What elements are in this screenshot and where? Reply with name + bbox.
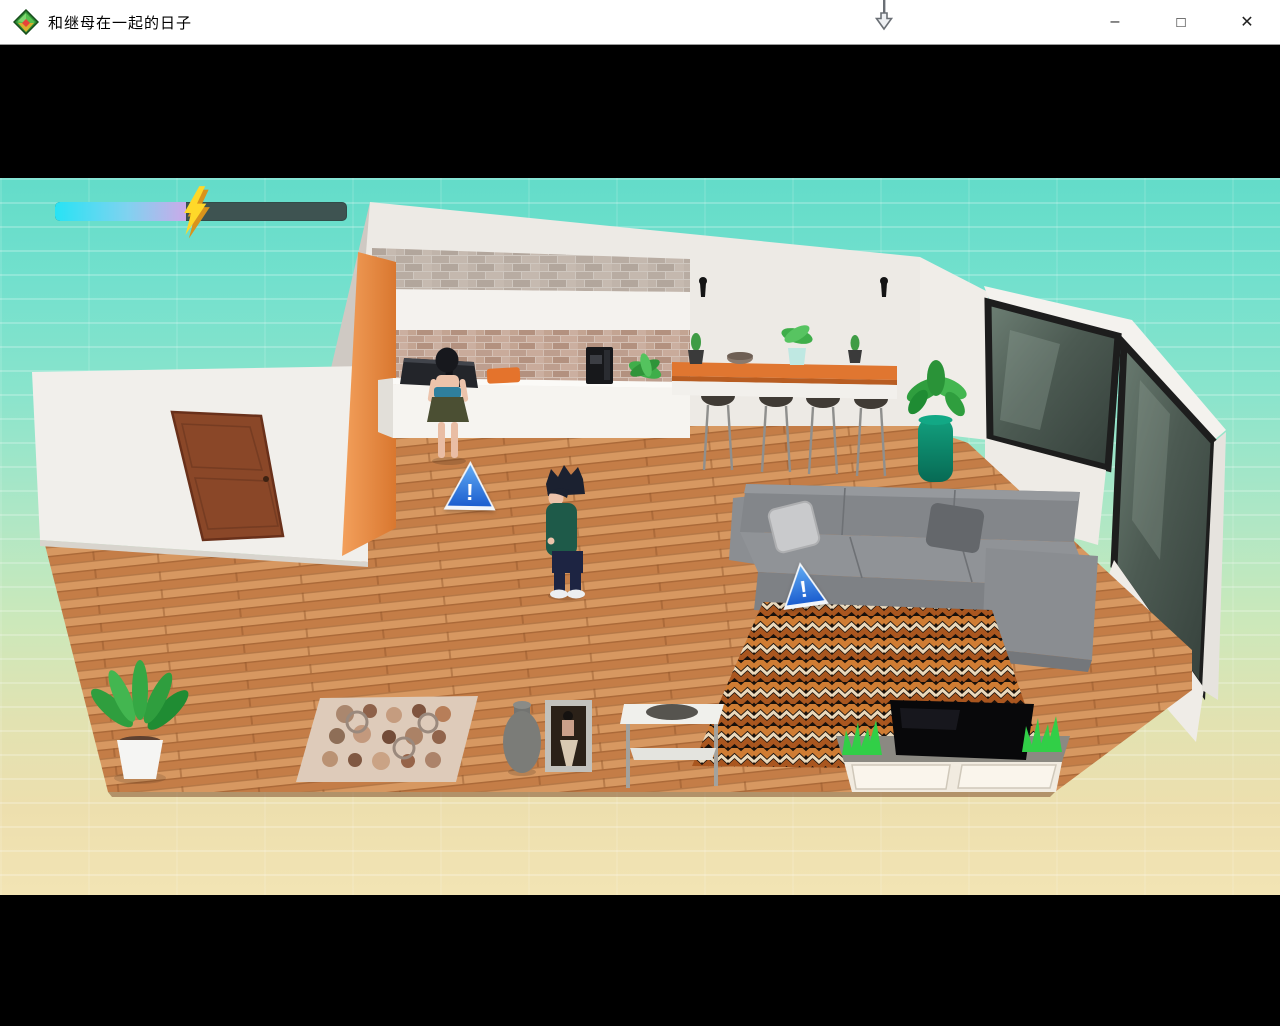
couch-pillow-dark (925, 502, 985, 554)
game-window: 和继母在一起的日子 – □ ✕ (0, 0, 1280, 1026)
minimize-button[interactable]: – (1082, 0, 1148, 44)
door-knob (263, 476, 269, 482)
window-controls: – □ ✕ (1082, 0, 1280, 44)
couch-pillow-light (767, 500, 820, 553)
picture-frame (545, 700, 592, 772)
window-title: 和继母在一起的日子 (48, 12, 192, 33)
coffee-machine (586, 347, 613, 384)
alert-exclamation: ! (444, 481, 496, 505)
app-icon (13, 9, 39, 35)
circle-rug (296, 696, 478, 782)
television (890, 700, 1034, 760)
bar-counter (672, 362, 897, 399)
cutting-board (487, 367, 521, 384)
alert-marker-couch[interactable]: ! (777, 559, 829, 610)
kitchen-island (378, 378, 690, 438)
title-bar[interactable]: 和继母在一起的日子 – □ ✕ (0, 0, 1280, 45)
maximize-button[interactable]: □ (1148, 0, 1214, 44)
lightning-icon (177, 185, 217, 241)
close-button[interactable]: ✕ (1214, 0, 1280, 44)
game-viewport: ! ! (0, 44, 1280, 1026)
energy-fill (55, 202, 186, 221)
alert-marker-stove[interactable]: ! (444, 461, 497, 511)
energy-bar (55, 202, 347, 221)
floor-front-edge (108, 792, 1055, 797)
